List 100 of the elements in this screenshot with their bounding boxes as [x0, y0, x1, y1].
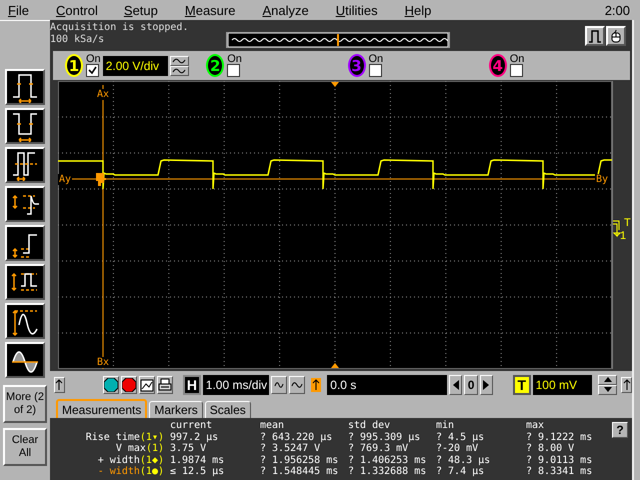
trigger-source-label: 1: [620, 231, 626, 242]
stop-button[interactable]: [121, 376, 138, 394]
channel-number-badge[interactable]: 3: [348, 54, 366, 77]
tab[interactable]: Measurements: [56, 399, 148, 418]
horizontal-button[interactable]: H: [183, 374, 201, 394]
level-down-button[interactable]: [598, 384, 618, 394]
sine-wave-peak-button[interactable]: [5, 303, 45, 339]
negative-pulse-button[interactable]: [5, 108, 45, 144]
on-label: On: [368, 54, 384, 64]
measurement-source: (1): [146, 443, 164, 454]
table-cell-text: ? 4.5 µs: [436, 432, 486, 443]
on-label: On: [510, 54, 524, 64]
menu-item[interactable]: File: [8, 2, 29, 18]
menu-item[interactable]: Help: [404, 2, 432, 18]
pulse-icon: [589, 30, 601, 43]
menu-item[interactable]: Analyze: [262, 2, 309, 18]
menu-item[interactable]: Utilities: [336, 2, 378, 18]
menu-item[interactable]: Setup: [124, 2, 158, 18]
delay-zero-button[interactable]: 0: [464, 374, 478, 394]
positive-pulse-button[interactable]: [5, 69, 45, 105]
measurement-source: (1●): [140, 466, 164, 478]
trigger-level-field[interactable]: 100 mV: [532, 374, 592, 394]
table-cell-text: ? 995.309 µs: [348, 432, 422, 443]
sine-wave-button[interactable]: [5, 342, 45, 378]
on-label: On: [86, 54, 101, 64]
waveform-display-button[interactable]: [585, 26, 605, 46]
column-header: current: [170, 420, 214, 432]
arrow-up-button[interactable]: [54, 376, 65, 392]
status-text: 100 kSa/s: [50, 34, 106, 46]
scale-up-button[interactable]: [170, 56, 189, 66]
column-header: max: [526, 420, 546, 432]
time-per-div-field[interactable]: 1.00 ms/div: [202, 374, 270, 394]
print-button[interactable]: [157, 376, 174, 394]
down-triangle-icon: [602, 386, 613, 393]
column-header: std dev: [348, 420, 392, 432]
marker-label: Bx: [96, 357, 110, 368]
column-header: mean: [260, 420, 286, 432]
volts-per-div-field[interactable]: 2.00 V/div: [102, 56, 168, 76]
up-triangle-icon: [602, 376, 613, 383]
square-pulse-button[interactable]: [5, 264, 45, 300]
channel-on-checkbox[interactable]: [510, 64, 523, 77]
delay-left-button[interactable]: [449, 374, 462, 394]
help-button[interactable]: ?: [612, 422, 628, 438]
table-cell-text: 1.9874 ms: [170, 454, 226, 466]
coarse-button[interactable]: [289, 376, 305, 394]
marker-label: Ay: [58, 174, 72, 185]
measurement-name[interactable]: + width: [98, 454, 140, 466]
channel-number-badge[interactable]: 1: [65, 54, 83, 77]
trigger-label: T: [624, 218, 631, 229]
mouse-button[interactable]: [606, 26, 626, 46]
table-cell-text: ? 1.548445 ms: [260, 466, 340, 478]
table-cell-text: ? 1.332688 ms: [348, 466, 428, 478]
wave-icon: [172, 66, 186, 74]
trigger-position-icon: [331, 82, 339, 87]
column-header: min: [436, 420, 456, 432]
chart-icon: [140, 379, 154, 391]
menu-item[interactable]: Control: [56, 2, 98, 18]
delay-right-button[interactable]: [480, 374, 493, 394]
measurement-name[interactable]: Rise time: [86, 432, 140, 443]
fine-button[interactable]: [271, 376, 288, 394]
pulse-train-button[interactable]: [5, 147, 45, 183]
rising-edge-button[interactable]: [5, 225, 45, 261]
table-cell-text: ≤ 12.5 µs: [170, 466, 226, 478]
table-cell-text: 3.75 V: [170, 443, 208, 454]
single-button[interactable]: [139, 376, 156, 394]
wave-icon: [172, 56, 186, 64]
falling-edge-button[interactable]: [5, 186, 45, 222]
tab[interactable]: Scales: [204, 401, 251, 418]
marker-label: Ax: [96, 89, 110, 100]
trigger-button[interactable]: T: [512, 374, 531, 394]
octagon-icon: [122, 378, 136, 392]
arrow-up-button[interactable]: [621, 376, 632, 392]
table-cell-text: ? 643.220 µs: [260, 432, 334, 443]
table-cell-text: ? 3.5247 V: [260, 443, 322, 454]
table-cell-text: ? 1.406253 ms: [348, 454, 428, 466]
table-cell-text: ? 9.0113 ms: [526, 454, 594, 466]
measurement-name[interactable]: - width: [98, 466, 140, 478]
trigger-position-icon: [331, 363, 339, 368]
tab[interactable]: Markers: [149, 401, 203, 418]
clear-all-button[interactable]: Clear All: [3, 428, 47, 466]
channel-on-checkbox[interactable]: [227, 64, 240, 77]
octagon-icon: [104, 378, 118, 392]
channel-on-checkbox[interactable]: [86, 64, 99, 77]
scale-down-button[interactable]: [170, 66, 189, 76]
measurement-source: (1▾): [140, 432, 164, 443]
table-cell-text: ? 48.3 µs: [436, 454, 492, 466]
marker-label: By: [595, 174, 610, 185]
table-cell-text: ? 9.1222 ms: [526, 432, 594, 443]
left-triangle-icon: [452, 378, 460, 390]
channel-number-badge[interactable]: 2: [206, 54, 224, 77]
more-button[interactable]: More (2 of 2): [3, 385, 47, 423]
table-cell-text: ? 8.3341 ms: [526, 466, 594, 478]
measurement-name[interactable]: V max: [116, 443, 146, 454]
channel-number-badge[interactable]: 4: [488, 54, 507, 77]
menu-item[interactable]: Measure: [184, 2, 236, 18]
right-triangle-icon: [482, 378, 490, 390]
delay-field[interactable]: 0.0 s: [327, 374, 448, 394]
level-up-button[interactable]: [598, 374, 618, 384]
channel-on-checkbox[interactable]: [368, 64, 382, 77]
run-button[interactable]: [103, 376, 120, 394]
